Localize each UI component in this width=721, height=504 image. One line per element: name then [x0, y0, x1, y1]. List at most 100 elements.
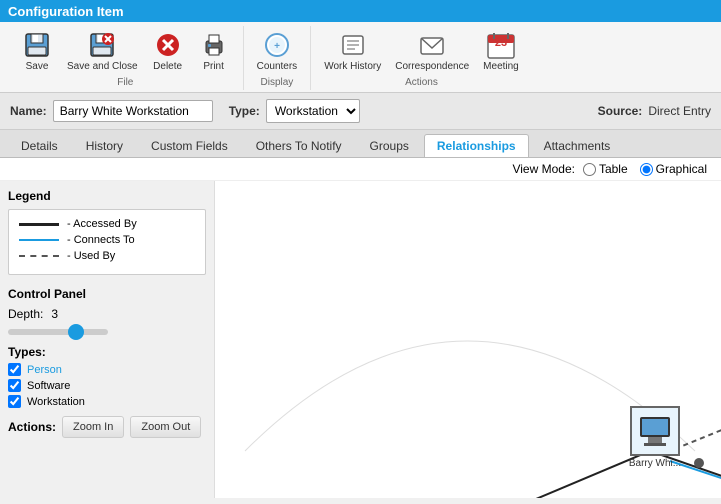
print-button[interactable]: Print	[193, 26, 235, 75]
meeting-icon: 23	[485, 29, 517, 61]
counters-icon: +	[261, 29, 293, 61]
save-icon	[21, 29, 53, 61]
ws-screen	[640, 417, 670, 437]
actions-group-label: Actions	[405, 77, 438, 88]
depth-row: Depth: 3	[8, 307, 206, 321]
save-label: Save	[26, 61, 49, 72]
content-area: View Mode: Table Graphical Legend - Acce…	[0, 158, 721, 498]
depth-value: 3	[51, 307, 58, 321]
depth-slider-track	[8, 329, 108, 335]
view-mode-bar: View Mode: Table Graphical	[0, 158, 721, 181]
ribbon-group-display: + Counters Display	[244, 26, 312, 90]
depth-label: Depth:	[8, 307, 43, 321]
type-item-workstation: Workstation	[8, 395, 206, 408]
delete-button[interactable]: Delete	[147, 26, 189, 75]
counters-button[interactable]: + Counters	[252, 26, 303, 75]
type-workstation-checkbox[interactable]	[8, 395, 21, 408]
legend-blue-line	[19, 239, 59, 241]
correspondence-label: Correspondence	[395, 61, 469, 72]
legend-connects-to: - Connects To	[19, 234, 195, 246]
type-label: Type:	[229, 104, 260, 118]
zoom-in-button[interactable]: Zoom In	[62, 416, 124, 438]
table-radio[interactable]	[583, 163, 596, 176]
ribbon-display-buttons: + Counters	[252, 26, 303, 75]
type-workstation-label: Workstation	[27, 396, 85, 408]
ws-base	[644, 443, 666, 446]
table-radio-label[interactable]: Table	[583, 162, 628, 176]
save-and-close-button[interactable]: Save and Close	[62, 26, 143, 75]
type-field: Type: Workstation Server Laptop Desktop	[229, 99, 360, 123]
ribbon-file-buttons: Save Save and Close	[16, 26, 235, 75]
tab-details[interactable]: Details	[8, 134, 71, 157]
graphical-radio[interactable]	[640, 163, 653, 176]
form-area: Name: Type: Workstation Server Laptop De…	[0, 93, 721, 130]
actions-row: Actions: Zoom In Zoom Out	[8, 416, 206, 438]
tab-custom-fields[interactable]: Custom Fields	[138, 134, 241, 157]
tab-others-to-notify[interactable]: Others To Notify	[243, 134, 355, 157]
legend-section: Legend - Accessed By - Connects To - Use…	[8, 189, 206, 275]
types-section: Types: Person Software Workstation	[8, 345, 206, 408]
legend-solid-line	[19, 223, 59, 226]
work-history-label: Work History	[324, 61, 381, 72]
graph-canvas: Barry Whi... Rep Barr...	[215, 181, 721, 498]
ribbon-actions-buttons: Work History Correspondence 23	[319, 26, 524, 75]
graphical-radio-label[interactable]: Graphical	[640, 162, 707, 176]
counters-label: Counters	[257, 61, 298, 72]
correspondence-button[interactable]: Correspondence	[390, 26, 474, 75]
ribbon-group-actions: Work History Correspondence 23	[311, 26, 532, 90]
legend-box: - Accessed By - Connects To - Used By	[8, 209, 206, 275]
tab-groups[interactable]: Groups	[357, 134, 422, 157]
print-label: Print	[203, 61, 224, 72]
actions-label: Actions:	[8, 420, 56, 434]
type-item-software: Software	[8, 379, 206, 392]
correspondence-icon	[416, 29, 448, 61]
workstation-icon	[640, 417, 670, 446]
name-label: Name:	[10, 104, 47, 118]
save-close-label: Save and Close	[67, 61, 138, 72]
legend-used-by-label: - Used By	[67, 250, 115, 262]
left-panel: Legend - Accessed By - Connects To - Use…	[0, 181, 215, 498]
type-software-label: Software	[27, 380, 70, 392]
delete-icon	[152, 29, 184, 61]
svg-text:23: 23	[495, 37, 507, 49]
type-person-label: Person	[27, 364, 62, 376]
table-option-label: Table	[599, 162, 628, 176]
view-mode-label: View Mode:	[512, 162, 574, 176]
depth-slider-thumb[interactable]	[68, 324, 84, 340]
meeting-button[interactable]: 23 Meeting	[478, 26, 524, 75]
type-select-wrap[interactable]: Workstation Server Laptop Desktop	[266, 99, 360, 123]
main-split: Legend - Accessed By - Connects To - Use…	[0, 181, 721, 498]
tab-history[interactable]: History	[73, 134, 136, 157]
legend-used-by: - Used By	[19, 250, 195, 262]
name-field: Name:	[10, 100, 213, 122]
tab-attachments[interactable]: Attachments	[531, 134, 624, 157]
source-label: Source:	[598, 104, 643, 118]
meeting-label: Meeting	[483, 61, 519, 72]
type-select[interactable]: Workstation Server Laptop Desktop	[267, 100, 359, 122]
source-value: Direct Entry	[648, 104, 711, 118]
save-button[interactable]: Save	[16, 26, 58, 75]
delete-label: Delete	[153, 61, 182, 72]
save-close-icon	[86, 29, 118, 61]
control-panel-section: Control Panel Depth: 3 Types: Person	[8, 287, 206, 438]
title-bar-label: Configuration Item	[8, 4, 124, 19]
type-person-checkbox[interactable]	[8, 363, 21, 376]
print-icon	[198, 29, 230, 61]
svg-text:+: +	[274, 41, 280, 52]
legend-connects-to-label: - Connects To	[67, 234, 135, 246]
ribbon-group-file: Save Save and Close	[8, 26, 244, 90]
control-panel-title: Control Panel	[8, 287, 206, 301]
work-history-button[interactable]: Work History	[319, 26, 386, 75]
tabs-bar: Details History Custom Fields Others To …	[0, 130, 721, 158]
legend-accessed-by-label: - Accessed By	[67, 218, 137, 230]
legend-title: Legend	[8, 189, 206, 203]
name-input[interactable]	[53, 100, 213, 122]
tab-relationships[interactable]: Relationships	[424, 134, 529, 157]
zoom-out-button[interactable]: Zoom Out	[130, 416, 201, 438]
barry-white-label: Barry Whi...	[629, 458, 681, 469]
source-field: Source: Direct Entry	[598, 104, 711, 118]
file-group-label: File	[117, 77, 133, 88]
node-barry-white[interactable]: Barry Whi...	[620, 406, 690, 469]
types-title: Types:	[8, 345, 206, 359]
type-software-checkbox[interactable]	[8, 379, 21, 392]
